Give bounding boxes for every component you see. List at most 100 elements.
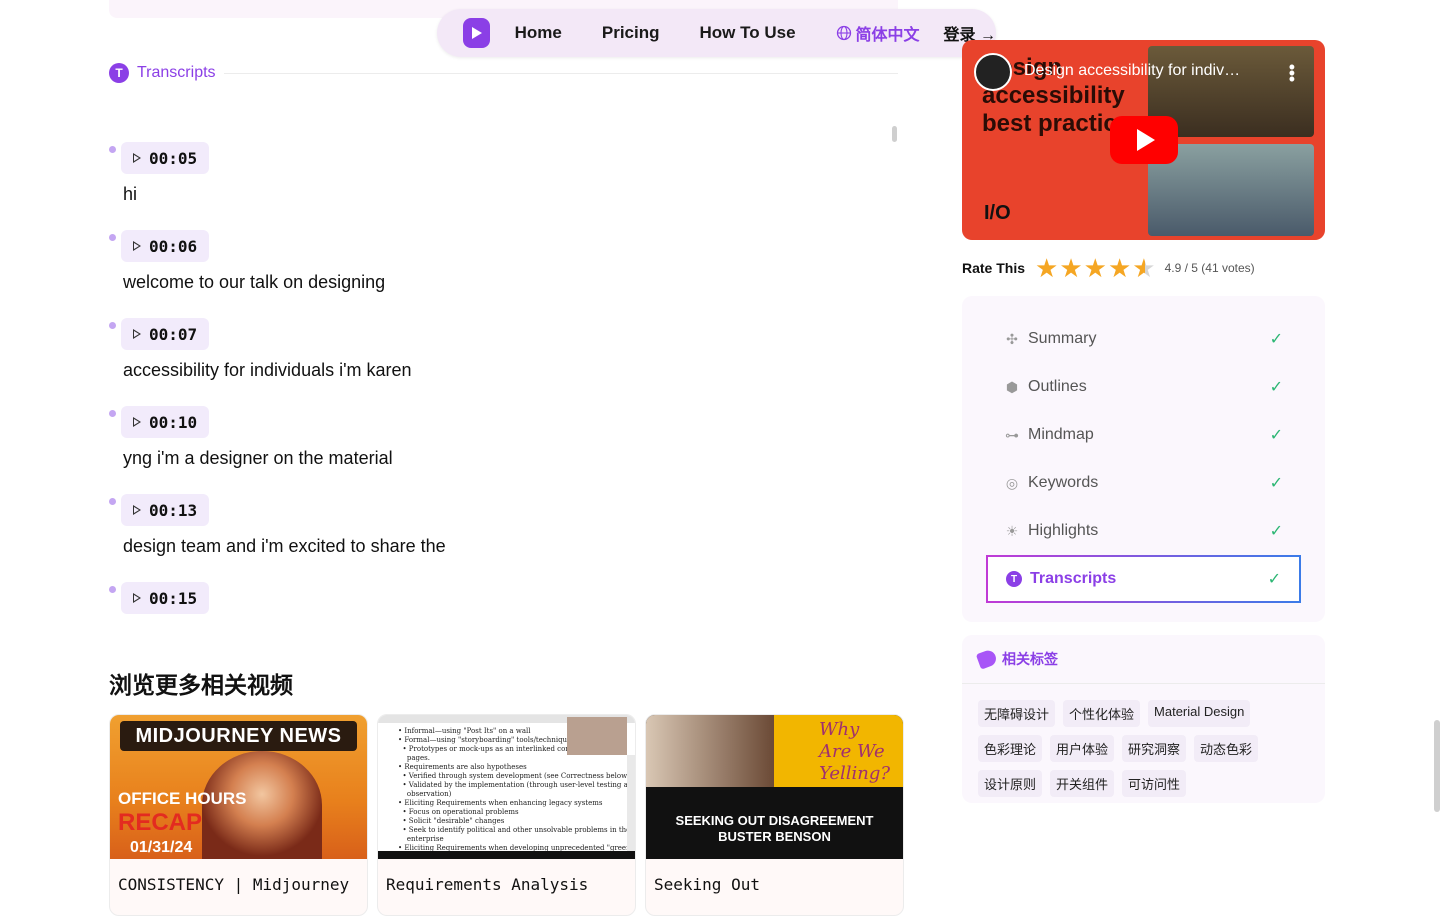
check-icon: ✓ bbox=[1269, 427, 1283, 444]
menu-item-highlights[interactable]: ☀ Highlights ✓ bbox=[986, 507, 1301, 555]
video-thumbnail[interactable]: Why Are We Yelling? SEEKING OUT DISAGREE… bbox=[646, 715, 903, 859]
page-scrollbar[interactable] bbox=[1434, 720, 1440, 812]
thumbnail-date: 01/31/24 bbox=[130, 839, 193, 856]
video-title[interactable]: Design accessibility for indiv… bbox=[1024, 62, 1240, 80]
nav-home[interactable]: Home bbox=[515, 23, 562, 43]
thumbnail-footer bbox=[378, 851, 635, 859]
play-icon bbox=[133, 241, 141, 251]
transcript-entry: 00:06 welcome to our talk on designing bbox=[109, 230, 889, 318]
star-icon[interactable]: ★ bbox=[1084, 255, 1107, 281]
half-star-icon[interactable]: ★ bbox=[1132, 255, 1155, 281]
check-icon: ✓ bbox=[1269, 379, 1283, 396]
related-video-list: MIDJOURNEY NEWS OFFICE HOURS RECAP 01/31… bbox=[109, 714, 913, 916]
timestamp-button[interactable]: 00:13 bbox=[121, 494, 210, 526]
video-thumbnail[interactable]: • Informal—using "Post Its" on a wall • … bbox=[378, 715, 635, 859]
tag-chip[interactable]: 无障碍设计 bbox=[978, 700, 1056, 727]
tag-chip[interactable]: Material Design bbox=[1148, 700, 1251, 727]
transcript-entry: 00:15 bbox=[109, 582, 889, 670]
thumbnail-sidebar bbox=[627, 755, 635, 855]
video-thumbnail[interactable]: MIDJOURNEY NEWS OFFICE HOURS RECAP 01/31… bbox=[110, 715, 367, 859]
tag-chip[interactable]: 设计原则 bbox=[978, 770, 1043, 797]
tag-chip[interactable]: 开关组件 bbox=[1050, 770, 1115, 797]
video-card[interactable]: MIDJOURNEY NEWS OFFICE HOURS RECAP 01/31… bbox=[109, 714, 368, 916]
video-card-title[interactable]: Seeking Out bbox=[646, 859, 903, 894]
language-switch[interactable]: 简体中文 bbox=[836, 21, 920, 45]
tag-chip[interactable]: 研究洞察 bbox=[1122, 735, 1187, 762]
sparkle-icon: ✣ bbox=[1006, 330, 1018, 347]
transcript-list: 00:05 hi 00:06 welcome to our talk on de… bbox=[109, 142, 889, 670]
timeline-dot bbox=[109, 234, 116, 241]
check-icon: ✓ bbox=[1269, 523, 1283, 540]
transcripts-header: T Transcripts bbox=[109, 62, 898, 84]
bulb-icon: ☀ bbox=[1005, 522, 1019, 539]
video-card-title[interactable]: Requirements Analysis bbox=[378, 859, 635, 894]
tag-chip[interactable]: 色彩理论 bbox=[978, 735, 1043, 762]
thumbnail-header: MIDJOURNEY NEWS bbox=[120, 721, 357, 751]
t-circle-icon: T bbox=[1006, 571, 1022, 587]
video-player[interactable]: Design accessibility best practic Design… bbox=[962, 40, 1325, 240]
nav-pricing[interactable]: Pricing bbox=[602, 23, 660, 43]
rating-row: Rate This ★ ★ ★ ★ ★ 4.9 / 5 (41 votes) bbox=[962, 254, 1255, 282]
nav-how-to-use[interactable]: How To Use bbox=[700, 23, 796, 43]
video-card[interactable]: • Informal—using "Post Its" on a wall • … bbox=[377, 714, 636, 916]
play-button[interactable] bbox=[1110, 116, 1178, 164]
transcript-entry: 00:07 accessibility for individuals i'm … bbox=[109, 318, 889, 406]
transcript-scrollbar[interactable] bbox=[892, 126, 897, 142]
rating-score: 4.9 / 5 (41 votes) bbox=[1164, 261, 1255, 275]
tags-header: 相关标签 bbox=[962, 635, 1325, 684]
channel-avatar[interactable] bbox=[974, 53, 1012, 91]
timeline-dot bbox=[109, 146, 116, 153]
star-icon[interactable]: ★ bbox=[1108, 255, 1131, 281]
tag-chip[interactable]: 个性化体验 bbox=[1063, 700, 1141, 727]
menu-item-mindmap[interactable]: ⊶ Mindmap ✓ bbox=[986, 411, 1301, 459]
menu-item-keywords[interactable]: ◎ Keywords ✓ bbox=[986, 459, 1301, 507]
timeline-dot bbox=[109, 498, 116, 505]
menu-item-label: Outlines bbox=[1028, 378, 1087, 395]
brand-mark: I/O bbox=[984, 202, 1011, 224]
thumbnail-poster: Why Are We Yelling? bbox=[774, 715, 903, 787]
more-options-icon[interactable]: • • • bbox=[1289, 58, 1295, 88]
timeline-dot bbox=[109, 322, 116, 329]
star-icon[interactable]: ★ bbox=[1035, 255, 1058, 281]
tag-chip[interactable]: 用户体验 bbox=[1050, 735, 1115, 762]
transcript-entry: 00:13 design team and i'm excited to sha… bbox=[109, 494, 889, 582]
tag-icon bbox=[975, 648, 999, 670]
timestamp-button[interactable]: 00:15 bbox=[121, 582, 210, 614]
tag-chip[interactable]: 动态色彩 bbox=[1194, 735, 1259, 762]
star-icon[interactable]: ★ bbox=[1059, 255, 1082, 281]
timestamp-button[interactable]: 00:05 bbox=[121, 142, 210, 174]
menu-item-summary[interactable]: ✣ Summary ✓ bbox=[986, 315, 1301, 363]
check-icon: ✓ bbox=[1267, 571, 1281, 588]
thumbnail-line: SEEKING OUT DISAGREEMENT bbox=[675, 813, 874, 828]
logo[interactable] bbox=[463, 18, 490, 48]
thumbnail-webcam bbox=[567, 717, 627, 755]
t-circle-icon: T bbox=[109, 63, 129, 83]
timestamp-button[interactable]: 00:10 bbox=[121, 406, 210, 438]
menu-item-label: Highlights bbox=[1028, 522, 1099, 539]
cube-icon: ⬢ bbox=[1005, 378, 1019, 395]
thumbnail-line: BUSTER BENSON bbox=[718, 829, 831, 844]
play-icon bbox=[133, 153, 141, 163]
play-icon bbox=[133, 593, 141, 603]
transcript-entry: 00:05 hi bbox=[109, 142, 889, 230]
header-divider bbox=[223, 72, 898, 74]
transcript-text: accessibility for individuals i'm karen bbox=[123, 360, 412, 380]
timestamp-button[interactable]: 00:06 bbox=[121, 230, 210, 262]
transcript-text: design team and i'm excited to share the bbox=[123, 536, 446, 556]
menu-item-label: Summary bbox=[1028, 330, 1097, 347]
video-card-title[interactable]: CONSISTENCY | Midjourney bbox=[110, 859, 367, 894]
timestamp-button[interactable]: 00:07 bbox=[121, 318, 210, 350]
transcript-text: hi bbox=[123, 184, 138, 204]
globe-icon bbox=[836, 25, 851, 41]
menu-item-label: Mindmap bbox=[1028, 426, 1094, 443]
top-nav: Home Pricing How To Use 简体中文 登录 → bbox=[437, 9, 996, 57]
check-icon: ✓ bbox=[1269, 331, 1283, 348]
video-card[interactable]: Why Are We Yelling? SEEKING OUT DISAGREE… bbox=[645, 714, 904, 916]
timeline-dot bbox=[109, 586, 116, 593]
tag-list: 无障碍设计 个性化体验 Material Design 色彩理论 用户体验 研究… bbox=[962, 684, 1325, 805]
transcripts-title: Transcripts bbox=[137, 64, 216, 81]
menu-item-outlines[interactable]: ⬢ Outlines ✓ bbox=[986, 363, 1301, 411]
tag-chip[interactable]: 可访问性 bbox=[1122, 770, 1187, 797]
menu-item-transcripts[interactable]: T Transcripts ✓ bbox=[986, 555, 1301, 603]
play-icon bbox=[133, 505, 141, 515]
